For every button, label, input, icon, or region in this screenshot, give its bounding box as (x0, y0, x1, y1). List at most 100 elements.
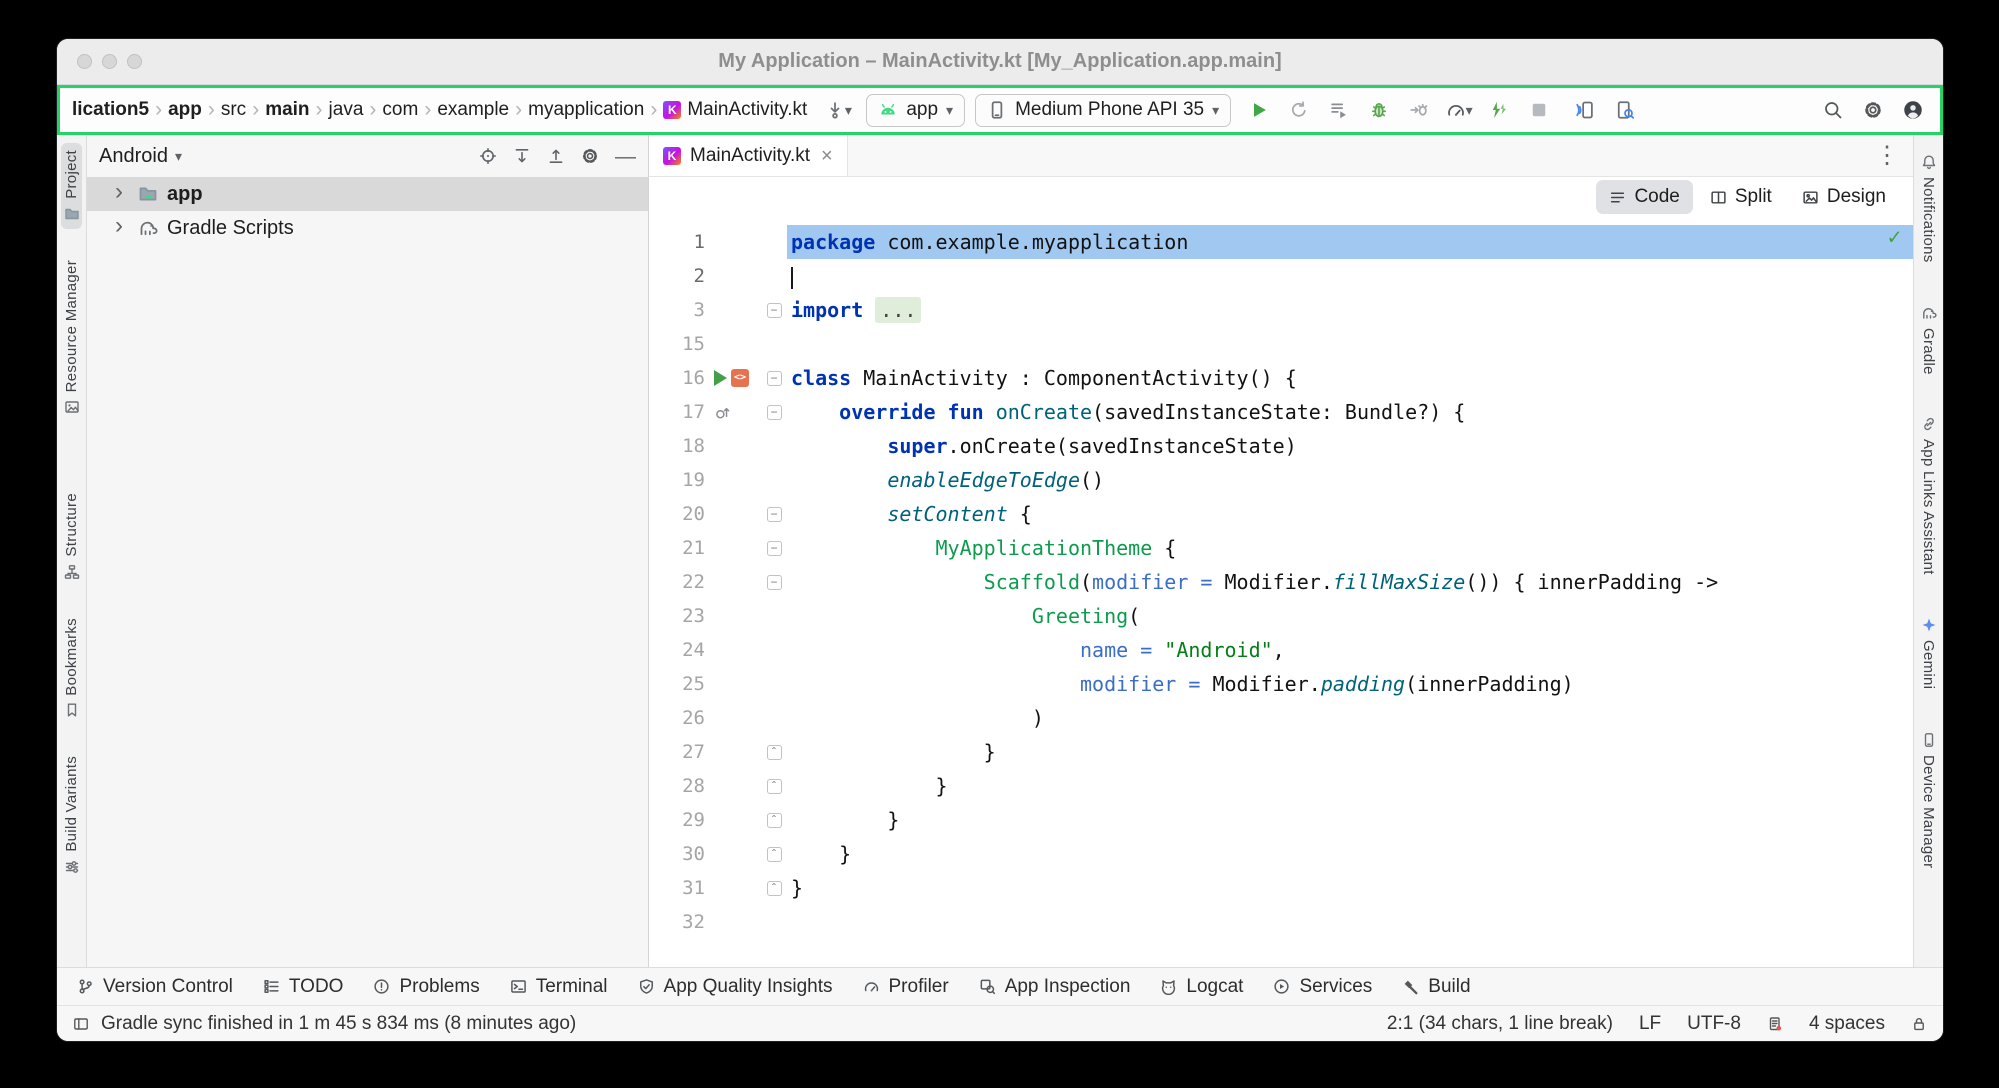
tool-window-button-device-manager[interactable]: Device Manager (1918, 725, 1939, 875)
tool-window-button-build-variants[interactable]: Build Variants (61, 749, 82, 882)
tool-window-bar-profiler[interactable]: Profiler (863, 976, 949, 998)
code-line[interactable]: 15 (649, 327, 1913, 361)
tool-window-bar-services[interactable]: Services (1273, 976, 1372, 998)
line-number[interactable]: 25 (649, 667, 705, 701)
project-view-selector[interactable]: Android (99, 145, 182, 168)
breadcrumb-item-mainactivity-kt[interactable]: MainActivity.kt (660, 97, 810, 123)
code-line[interactable]: 3−import ... (649, 293, 1913, 327)
line-number[interactable]: 23 (649, 599, 705, 633)
tool-window-bar-todo[interactable]: TODO (263, 976, 344, 998)
tool-window-bar-app-quality-insights[interactable]: App Quality Insights (638, 976, 833, 998)
chevron-right-icon[interactable]: › (115, 214, 129, 242)
line-number[interactable]: 16 (649, 361, 705, 395)
locate-file-icon[interactable] (479, 147, 497, 165)
run-tasks-button[interactable] (1321, 93, 1357, 127)
tool-window-button-project[interactable]: Project (61, 143, 82, 229)
profiler-button[interactable] (1441, 93, 1477, 127)
compose-preview-icon[interactable] (731, 369, 749, 387)
line-number[interactable]: 2 (649, 259, 705, 293)
expand-all-icon[interactable] (513, 147, 531, 165)
code-line[interactable]: 32 (649, 905, 1913, 939)
line-number[interactable]: 17 (649, 395, 705, 429)
rerun-button[interactable] (1281, 93, 1317, 127)
chevron-right-icon[interactable]: › (115, 180, 129, 208)
editor-tab-mainactivity[interactable]: MainActivity.kt (649, 135, 848, 176)
fold-end-icon[interactable]: ˆ (767, 847, 782, 862)
tool-window-bar-app-inspection[interactable]: App Inspection (979, 976, 1131, 998)
code-line[interactable]: 19 enableEdgeToEdge() (649, 463, 1913, 497)
editor-options-icon[interactable] (1875, 135, 1913, 176)
code-line[interactable]: 27ˆ } (649, 735, 1913, 769)
code-line[interactable]: 26 ) (649, 701, 1913, 735)
code-line[interactable]: 25 modifier = Modifier.padding(innerPadd… (649, 667, 1913, 701)
minimize-button[interactable] (102, 54, 117, 69)
line-number[interactable]: 30 (649, 837, 705, 871)
project-tree-item-app[interactable]: ›app (87, 177, 648, 211)
project-tree-item-gradle-scripts[interactable]: ›Gradle Scripts (87, 211, 648, 245)
run-configuration-select[interactable]: app (866, 94, 965, 127)
code-line[interactable]: 23 Greeting( (649, 599, 1913, 633)
fold-end-icon[interactable]: ˆ (767, 745, 782, 760)
fold-collapse-icon[interactable]: − (767, 405, 782, 420)
layout-inspector-button[interactable] (1607, 93, 1643, 127)
code-line[interactable]: 21− MyApplicationTheme { (649, 531, 1913, 565)
tool-window-bar-build[interactable]: Build (1402, 976, 1470, 998)
code-editor[interactable]: 1package com.example.myapplication23−imp… (649, 217, 1913, 967)
fold-collapse-icon[interactable]: − (767, 541, 782, 556)
inspections-widget-icon[interactable] (1767, 1016, 1783, 1032)
line-number[interactable]: 1 (649, 225, 705, 259)
line-number[interactable]: 18 (649, 429, 705, 463)
code-line[interactable]: 30ˆ } (649, 837, 1913, 871)
code-line[interactable]: 18 super.onCreate(savedInstanceState) (649, 429, 1913, 463)
line-number[interactable]: 32 (649, 905, 705, 939)
fold-end-icon[interactable]: ˆ (767, 813, 782, 828)
line-separator-widget[interactable]: LF (1639, 1013, 1661, 1035)
line-number[interactable]: 24 (649, 633, 705, 667)
tool-window-button-gradle[interactable]: Gradle (1918, 298, 1939, 382)
breadcrumb-item-example[interactable]: example (434, 97, 512, 123)
line-number[interactable]: 31 (649, 871, 705, 905)
tool-window-bar-terminal[interactable]: Terminal (510, 976, 608, 998)
line-number[interactable]: 26 (649, 701, 705, 735)
code-line[interactable]: 2 (649, 259, 1913, 293)
line-number[interactable]: 28 (649, 769, 705, 803)
indent-widget[interactable]: 4 spaces (1809, 1013, 1885, 1035)
panel-settings-icon[interactable] (581, 147, 599, 165)
fold-collapse-icon[interactable]: − (767, 575, 782, 590)
tool-window-button-resource-manager[interactable]: Resource Manager (61, 253, 82, 422)
debug-button[interactable] (1361, 93, 1397, 127)
tool-window-bar-problems[interactable]: Problems (373, 976, 479, 998)
zoom-button[interactable] (127, 54, 142, 69)
device-mirroring-button[interactable] (1567, 93, 1603, 127)
line-number[interactable]: 29 (649, 803, 705, 837)
line-number[interactable]: 20 (649, 497, 705, 531)
fold-end-icon[interactable]: ˆ (767, 881, 782, 896)
caret-position-widget[interactable]: 2:1 (34 chars, 1 line break) (1387, 1013, 1613, 1035)
tool-window-bar-version-control[interactable]: Version Control (77, 976, 233, 998)
line-number[interactable]: 22 (649, 565, 705, 599)
code-line[interactable]: 1package com.example.myapplication (649, 225, 1913, 259)
close-button[interactable] (77, 54, 92, 69)
overriding-method-icon[interactable] (714, 404, 731, 421)
tool-window-bar-logcat[interactable]: Logcat (1160, 976, 1243, 998)
editor-mode-code[interactable]: Code (1596, 180, 1692, 214)
encoding-widget[interactable]: UTF-8 (1687, 1013, 1741, 1035)
fold-collapse-icon[interactable]: − (767, 303, 782, 318)
code-line[interactable]: 16−class MainActivity : ComponentActivit… (649, 361, 1913, 395)
settings-button[interactable] (1855, 93, 1891, 127)
line-number[interactable]: 27 (649, 735, 705, 769)
breadcrumb-item-lication5[interactable]: lication5 (69, 97, 152, 123)
tool-window-button-gemini[interactable]: Gemini (1918, 610, 1939, 696)
code-line[interactable]: 31ˆ} (649, 871, 1913, 905)
profile-avatar-button[interactable] (1895, 93, 1931, 127)
editor-mode-design[interactable]: Design (1789, 180, 1899, 214)
fold-collapse-icon[interactable]: − (767, 371, 782, 386)
search-everywhere-button[interactable] (1815, 93, 1851, 127)
code-line[interactable]: 20− setContent { (649, 497, 1913, 531)
attach-debugger-button[interactable] (1401, 93, 1437, 127)
breadcrumb-item-main[interactable]: main (262, 97, 312, 123)
line-number[interactable]: 15 (649, 327, 705, 361)
breadcrumb-item-app[interactable]: app (165, 97, 205, 123)
tool-window-button-app-links-assistant[interactable]: App Links Assistant (1918, 409, 1939, 582)
fold-end-icon[interactable]: ˆ (767, 779, 782, 794)
